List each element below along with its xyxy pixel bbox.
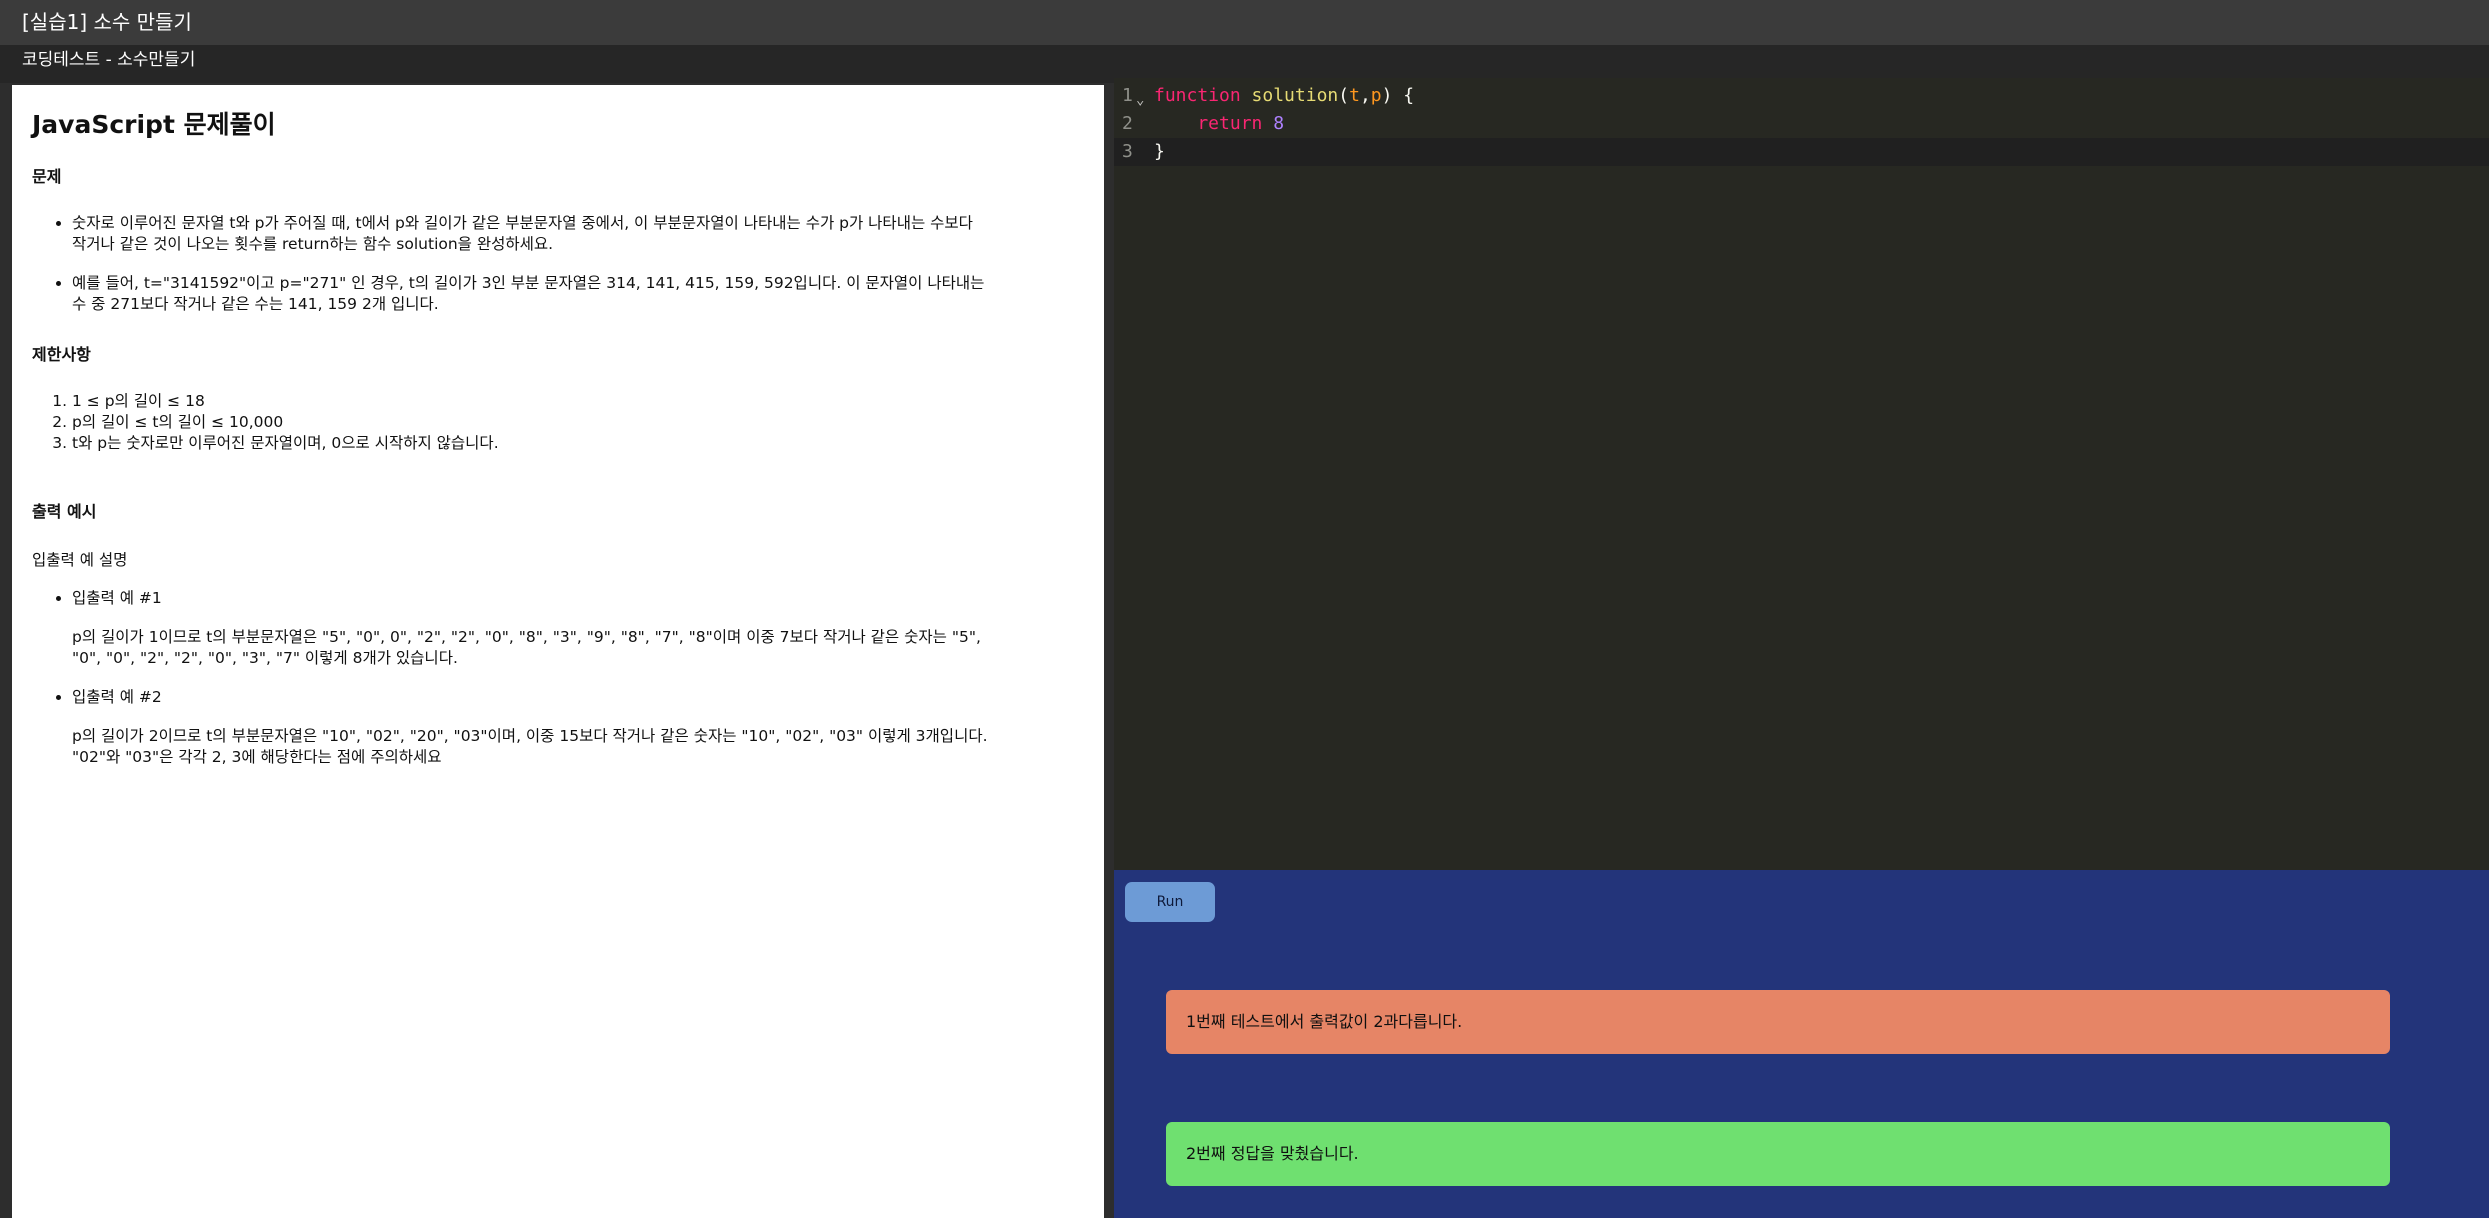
line-number: 3 <box>1122 141 1133 162</box>
section-constraints-label: 제한사항 <box>32 345 91 364</box>
code-line[interactable]: 2 return 8 <box>1114 110 2489 138</box>
code-content[interactable]: } <box>1154 138 1165 166</box>
run-button[interactable]: Run <box>1125 882 1215 922</box>
io-description-label: 입출력 예 설명 <box>32 551 128 569</box>
code-token: ( <box>1338 85 1350 106</box>
constraint-item: 1 ≤ p의 길이 ≤ 18 <box>72 391 992 412</box>
example-description: p의 길이가 1이므로 t의 부분문자열은 "5", "0", 0", "2",… <box>72 628 981 667</box>
problem-panel: JavaScript 문제풀이 문제 숫자로 이루어진 문자열 t와 p가 주어… <box>12 85 1104 1218</box>
code-token: , <box>1359 85 1371 106</box>
code-token: 8 <box>1273 113 1285 134</box>
constraint-item: p의 길이 ≤ t의 길이 ≤ 10,000 <box>72 412 992 433</box>
code-token: ) { <box>1381 85 1415 106</box>
constraints-list: 1 ≤ p의 길이 ≤ 18 p의 길이 ≤ t의 길이 ≤ 10,000 t와… <box>32 391 992 454</box>
section-problem-label: 문제 <box>32 167 62 186</box>
code-token: p <box>1370 85 1382 106</box>
line-number: 2 <box>1122 113 1133 134</box>
example-item: 입출력 예 #2 p의 길이가 2이므로 t의 부분문자열은 "10", "02… <box>72 687 992 768</box>
problem-bullets: 숫자로 이루어진 문자열 t와 p가 주어질 때, t에서 p와 길이가 같은 … <box>32 213 992 315</box>
code-line[interactable]: 1 ⌄ function solution(t,p) { <box>1114 82 2489 110</box>
examples-list: 입출력 예 #1 p의 길이가 1이므로 t의 부분문자열은 "5", "0",… <box>32 588 992 768</box>
test-result-pass: 2번째 정답을 맞췄습니다. <box>1166 1122 2390 1186</box>
code-line-active[interactable]: 3 } <box>1114 138 2489 166</box>
example-title: 입출력 예 #1 <box>72 589 162 607</box>
code-token: } <box>1154 141 1165 162</box>
code-token: function <box>1154 85 1241 106</box>
section-output-label: 출력 예시 <box>32 502 97 521</box>
code-editor[interactable]: 1 ⌄ function solution(t,p) { 2 return 8 … <box>1114 78 2489 870</box>
constraint-item: t와 p는 숫자로만 이루어진 문자열이며, 0으로 시작하지 않습니다. <box>72 433 992 454</box>
example-item: 입출력 예 #1 p의 길이가 1이므로 t의 부분문자열은 "5", "0",… <box>72 588 992 669</box>
problem-heading: JavaScript 문제풀이 <box>32 110 276 139</box>
test-result-fail: 1번째 테스트에서 출력값이 2과다릅니다. <box>1166 990 2390 1054</box>
code-token: solution <box>1251 85 1339 106</box>
code-content[interactable]: function solution(t,p) { <box>1154 82 1414 110</box>
code-token: t <box>1349 85 1360 106</box>
example-description: p의 길이가 2이므로 t의 부분문자열은 "10", "02", "20", … <box>72 727 988 766</box>
problem-bullet: 숫자로 이루어진 문자열 t와 p가 주어질 때, t에서 p와 길이가 같은 … <box>72 213 992 255</box>
code-content[interactable]: return 8 <box>1154 110 1284 138</box>
example-title: 입출력 예 #2 <box>72 688 162 706</box>
result-panel: Run 1번째 테스트에서 출력값이 2과다릅니다. 2번째 정답을 맞췄습니다… <box>1114 870 2489 1218</box>
window-title: [실습1] 소수 만들기 <box>0 0 2489 45</box>
problem-content: JavaScript 문제풀이 문제 숫자로 이루어진 문자열 t와 p가 주어… <box>32 105 992 768</box>
code-token: return <box>1154 113 1263 134</box>
problem-bullet: 예를 들어, t="3141592"이고 p="271" 인 경우, t의 길이… <box>72 273 992 315</box>
panel-divider[interactable] <box>1104 83 1114 1218</box>
